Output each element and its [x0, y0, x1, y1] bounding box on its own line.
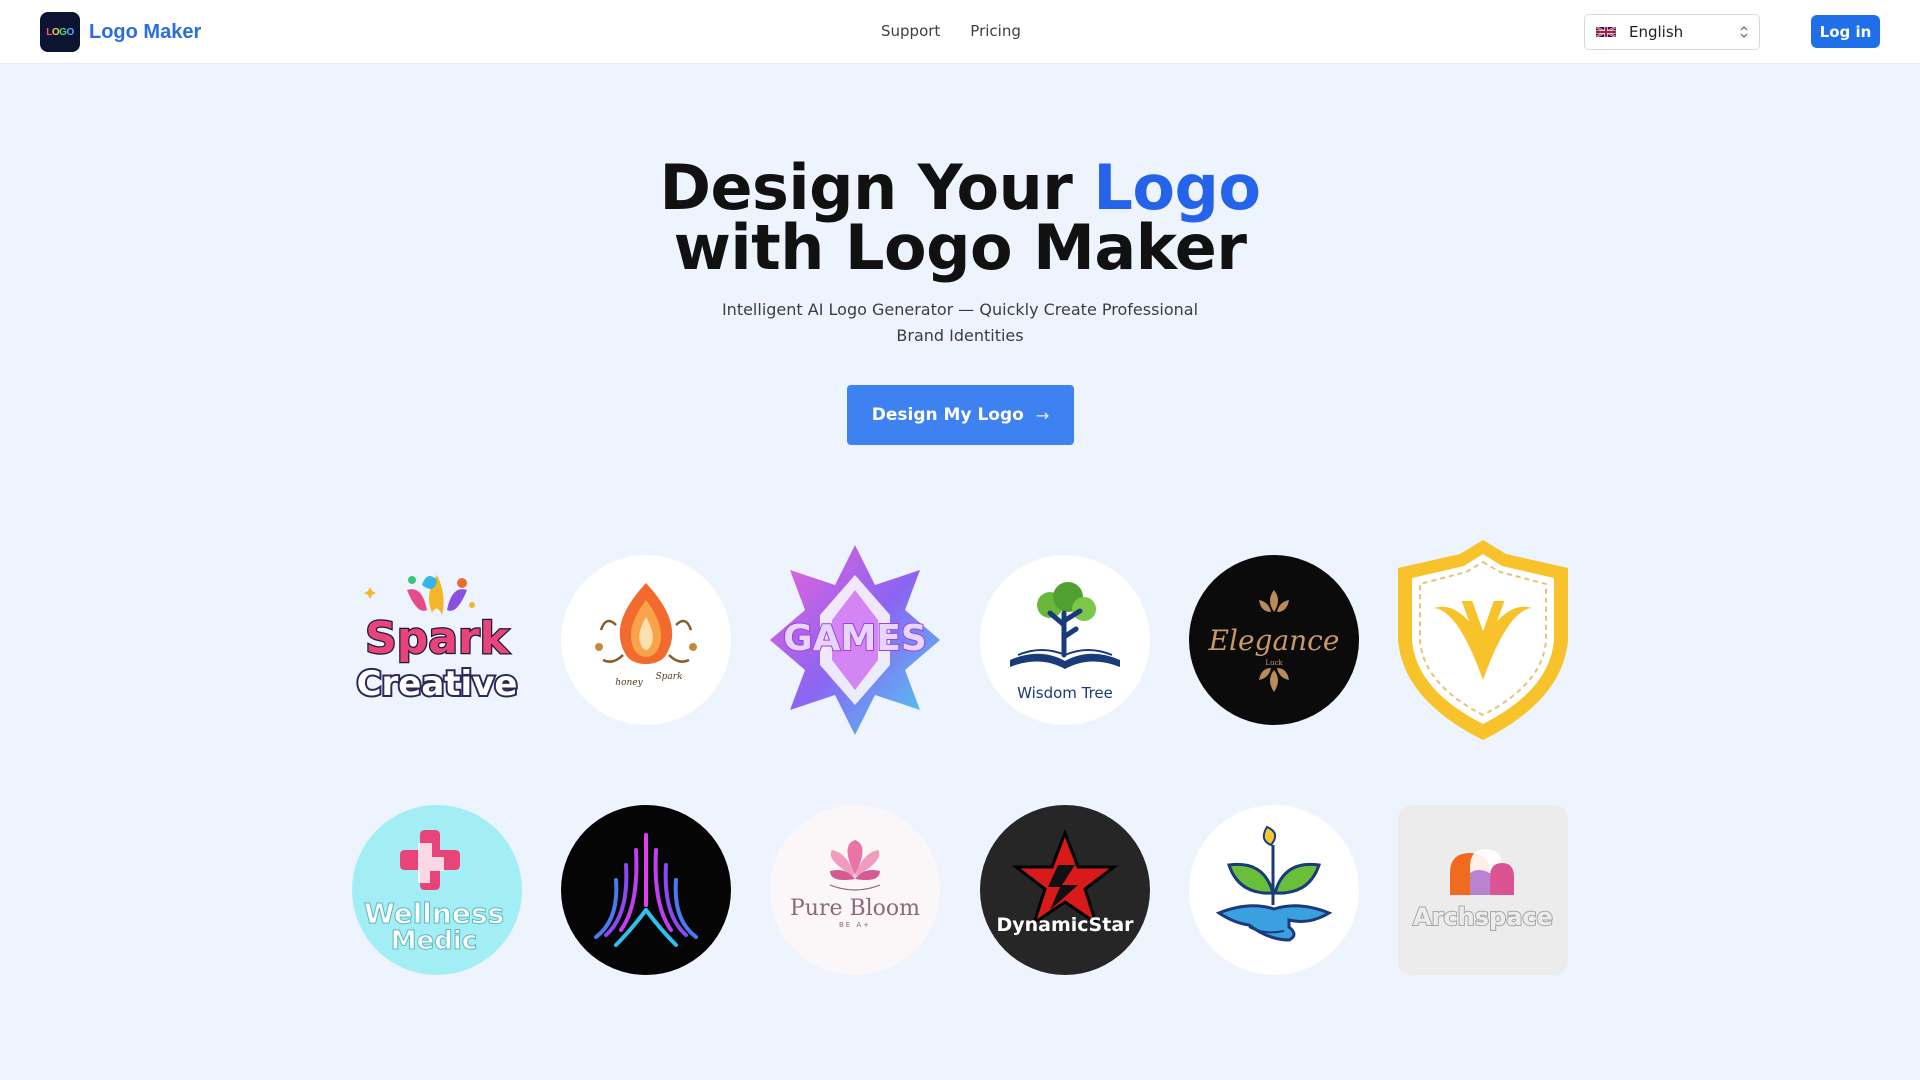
spark-creative-logo-image: Spark Creative: [355, 575, 519, 706]
brand-name: Logo Maker: [89, 20, 202, 43]
dynamic-star-text: DynamicStar: [996, 914, 1134, 936]
wisdom-tree-logo-image: Wisdom Tree: [980, 555, 1150, 725]
dynamic-star-logo-image: DynamicStar: [980, 805, 1150, 975]
logo-sample-flame-ornament[interactable]: honey Spark: [561, 555, 731, 725]
brand-home-link[interactable]: LOGO Logo Maker: [40, 12, 201, 52]
brand-mark-letter: O: [66, 26, 74, 38]
title-line-2: with Logo Maker: [673, 211, 1247, 284]
page-title: Design Your Logo with Logo Maker: [0, 157, 1920, 279]
wisdom-tree-text: Wisdom Tree: [1017, 684, 1113, 702]
uk-flag-icon: [1596, 26, 1616, 38]
neon-waves-logo-image: [561, 805, 731, 975]
logo-sample-plant-hand[interactable]: [1189, 805, 1359, 975]
spark-text: Spark: [365, 613, 511, 664]
logo-sample-elegance[interactable]: Elegance Luck: [1189, 555, 1359, 725]
wellness-medic-logo-image: Wellness Medic: [352, 805, 522, 975]
main-nav: Support Pricing: [881, 22, 1021, 40]
brand-mark-letter: O: [51, 26, 60, 38]
language-select-value: English: [1629, 23, 1684, 41]
archspace-text: Archspace: [1413, 903, 1553, 931]
v-letter: V: [1461, 591, 1505, 656]
top-navigation-bar: LOGO Logo Maker Support Pricing English …: [0, 0, 1920, 64]
creative-text: Creative: [357, 664, 518, 704]
elegance-subtext: Luck: [1265, 659, 1283, 667]
logo-sample-wellness-medic[interactable]: Wellness Medic: [352, 805, 522, 975]
language-select[interactable]: English: [1584, 14, 1760, 50]
archspace-logo-image: Archspace: [1398, 805, 1568, 975]
pure-bloom-logo-image: Pure Bloom BE A+: [770, 805, 940, 975]
medic-text: Medic: [391, 926, 477, 956]
nav-link-pricing[interactable]: Pricing: [970, 22, 1021, 40]
logo-sample-archspace[interactable]: Archspace: [1398, 805, 1568, 975]
v-shield-logo-image: V: [1398, 540, 1568, 740]
plant-hand-logo-image: [1189, 805, 1359, 975]
design-my-logo-button[interactable]: Design My Logo →: [847, 385, 1074, 445]
brand-mark-letter: G: [59, 26, 67, 38]
cta-label: Design My Logo: [871, 405, 1024, 425]
pure-bloom-text: Pure Bloom: [790, 896, 920, 921]
logo-sample-pure-bloom[interactable]: Pure Bloom BE A+: [770, 805, 940, 975]
logo-sample-wisdom-tree[interactable]: Wisdom Tree: [980, 555, 1150, 725]
logo-sample-neon-waves[interactable]: [561, 805, 731, 975]
nav-link-support[interactable]: Support: [881, 22, 940, 40]
chevron-up-down-icon: [1740, 26, 1748, 38]
elegance-text: Elegance: [1208, 624, 1340, 657]
logo-sample-dynamic-star[interactable]: DynamicStar: [980, 805, 1150, 975]
flame-caption-1: honey: [615, 678, 643, 688]
logo-maker-app-icon: LOGO: [40, 12, 80, 52]
logo-sample-games[interactable]: GAMES: [770, 545, 940, 735]
games-logo-image: GAMES: [770, 545, 940, 735]
elegance-logo-image: Elegance Luck: [1189, 555, 1359, 725]
page-subtitle: Intelligent AI Logo Generator — Quickly …: [721, 300, 1199, 345]
logo-sample-v-shield[interactable]: V: [1398, 540, 1568, 740]
pure-bloom-tagline: BE A+: [839, 921, 871, 929]
arrow-right-icon: →: [1035, 405, 1050, 425]
login-button[interactable]: Log in: [1811, 15, 1880, 48]
logo-sample-spark-creative[interactable]: Spark Creative: [352, 555, 522, 725]
games-text: GAMES: [783, 618, 927, 659]
flame-ornament-logo-image: honey Spark: [561, 555, 731, 725]
flame-caption-2: Spark: [655, 672, 682, 682]
